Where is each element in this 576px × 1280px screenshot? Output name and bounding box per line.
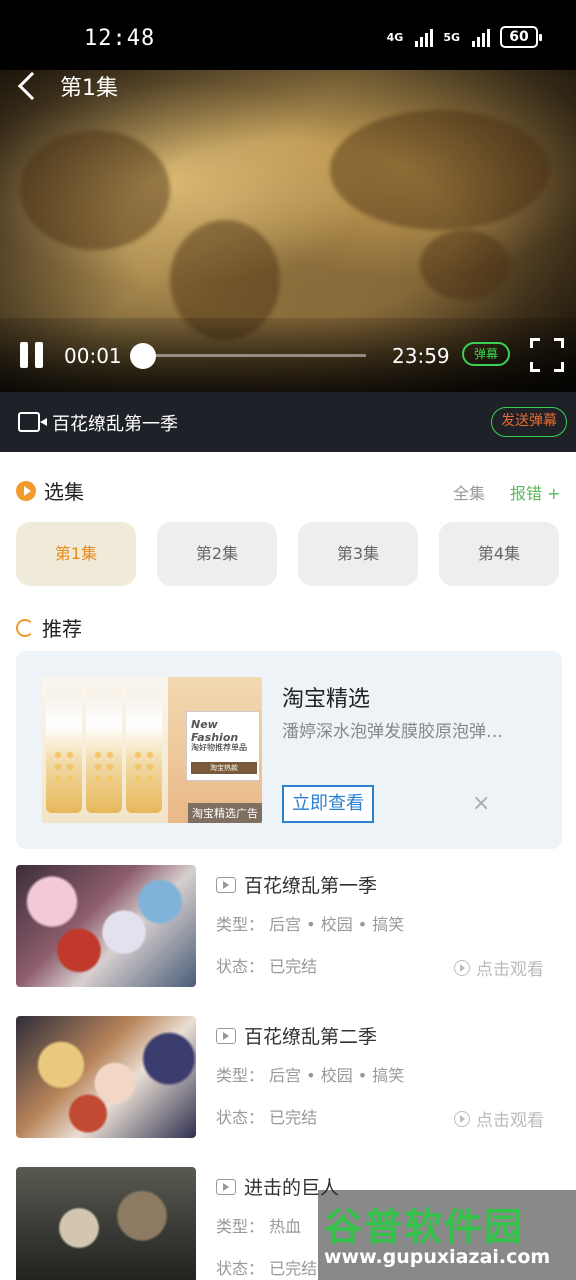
fullscreen-icon[interactable] xyxy=(530,338,564,372)
anime-title: 百花缭乱第二季 xyxy=(244,1026,378,1048)
watch-button[interactable]: 点击观看 xyxy=(454,955,544,980)
all-episodes-link[interactable]: 全集 xyxy=(453,480,485,504)
anime-status: 状态： 已完结 xyxy=(216,1108,318,1127)
episode-button-2[interactable]: 第2集 xyxy=(157,522,277,586)
close-icon[interactable]: × xyxy=(472,791,490,816)
ad-badge: 淘宝精选广告 xyxy=(188,803,262,823)
current-time: 00:01 xyxy=(64,344,122,368)
anime-status: 状态： 已完结 xyxy=(216,957,318,976)
promo-card-subtitle: 淘好物推荐单品 xyxy=(191,743,247,752)
anime-type: 类型： 热血 xyxy=(216,1217,302,1236)
player-controls: 00:01 23:59 弹幕 xyxy=(0,318,576,392)
episode-button-4[interactable]: 第4集 xyxy=(439,522,559,586)
send-danmu-button[interactable]: 发送弹幕 xyxy=(491,407,567,437)
ad-view-button[interactable]: 立即查看 xyxy=(282,785,374,823)
recommend-heading-label: 推荐 xyxy=(42,617,82,641)
episode-list: 第1集 第2集 第3集 第4集 xyxy=(16,522,559,586)
anime-list-item[interactable]: 百花缭乱第一季 类型： 后宫 • 校园 • 搞笑 状态： 已完结 点击观看 xyxy=(16,865,576,987)
series-title: 百花缭乱第一季 xyxy=(52,414,178,435)
anime-type: 类型： 后宫 • 校园 • 搞笑 xyxy=(216,1066,405,1085)
watch-label: 点击观看 xyxy=(476,1111,544,1131)
video-player[interactable]: 第1集 00:01 23:59 弹幕 xyxy=(0,70,576,392)
status-indicators: 4G 5G 60 xyxy=(386,26,542,48)
signal-icon-2 xyxy=(472,27,490,47)
ad-description: 潘婷深水泡弹发膜胶原泡弹… xyxy=(282,722,503,742)
play-circle-icon xyxy=(16,480,36,501)
anime-title-row: 百花缭乱第一季 xyxy=(216,871,377,898)
total-time: 23:59 xyxy=(392,344,450,368)
episode-button-1[interactable]: 第1集 xyxy=(16,522,136,586)
anime-title: 百花缭乱第一季 xyxy=(244,875,378,897)
signal-icon xyxy=(415,27,434,47)
watermark: 谷普软件园 www.gupuxiazai.com xyxy=(318,1190,576,1280)
map-decoration xyxy=(20,130,170,250)
promo-card-tag: 淘宝热款 xyxy=(191,762,257,774)
anime-thumbnail[interactable] xyxy=(16,1167,196,1280)
promo-card-title: New Fashion xyxy=(191,718,239,744)
recommend-icon xyxy=(16,618,34,637)
ad-promo-panel: New Fashion 淘好物推荐单品 淘宝热款 xyxy=(168,677,262,823)
play-icon xyxy=(454,1110,470,1127)
video-title: 第1集 xyxy=(60,76,118,101)
ad-card[interactable]: New Fashion 淘好物推荐单品 淘宝热款 淘宝精选广告 淘宝精选 潘婷深… xyxy=(16,651,562,849)
watermark-title: 谷普软件园 xyxy=(324,1205,525,1249)
status-bar: 12:48 4G 5G 60 xyxy=(0,0,576,70)
progress-bar[interactable] xyxy=(142,354,366,357)
anime-title-row: 百花缭乱第二季 xyxy=(216,1022,377,1049)
play-icon xyxy=(454,959,470,976)
episodes-heading: 选集 xyxy=(16,476,84,505)
anime-status: 状态： 已完结 xyxy=(216,1259,318,1278)
ad-image[interactable]: New Fashion 淘好物推荐单品 淘宝热款 淘宝精选广告 xyxy=(42,677,262,823)
battery-icon: 60 xyxy=(500,26,542,48)
watermark-url: www.gupuxiazai.com xyxy=(324,1246,551,1268)
tv-icon xyxy=(216,1027,236,1044)
network-5g-label: 5G xyxy=(443,30,460,44)
tv-icon xyxy=(216,1178,236,1195)
anime-thumbnail[interactable] xyxy=(16,1016,196,1138)
back-icon[interactable] xyxy=(17,71,47,101)
episode-button-3[interactable]: 第3集 xyxy=(298,522,418,586)
pause-icon[interactable] xyxy=(20,342,46,368)
anime-thumbnail[interactable] xyxy=(16,865,196,987)
progress-knob[interactable] xyxy=(130,343,156,369)
anime-list-item[interactable]: 百花缭乱第二季 类型： 后宫 • 校园 • 搞笑 状态： 已完结 点击观看 xyxy=(16,1016,576,1138)
watch-label: 点击观看 xyxy=(476,960,544,980)
video-header: 第1集 xyxy=(16,70,118,102)
ad-title: 淘宝精选 xyxy=(282,687,371,712)
promo-card: New Fashion 淘好物推荐单品 淘宝热款 xyxy=(186,711,260,781)
map-decoration xyxy=(420,230,510,300)
episodes-heading-label: 选集 xyxy=(44,480,84,504)
video-info-bar: 百花缭乱第一季 发送弹幕 xyxy=(0,392,576,452)
recommend-heading: 推荐 xyxy=(16,613,82,642)
anime-type: 类型： 后宫 • 校园 • 搞笑 xyxy=(216,915,405,934)
tv-icon xyxy=(216,876,236,893)
danmu-toggle-button[interactable]: 弹幕 xyxy=(462,342,510,366)
product-image xyxy=(42,677,168,823)
status-time: 12:48 xyxy=(84,26,156,51)
video-camera-icon xyxy=(18,412,47,432)
map-decoration xyxy=(330,110,550,230)
network-4g-label: 4G xyxy=(386,30,404,44)
report-error-link[interactable]: 报错 + xyxy=(510,480,561,504)
watch-button[interactable]: 点击观看 xyxy=(454,1106,544,1131)
